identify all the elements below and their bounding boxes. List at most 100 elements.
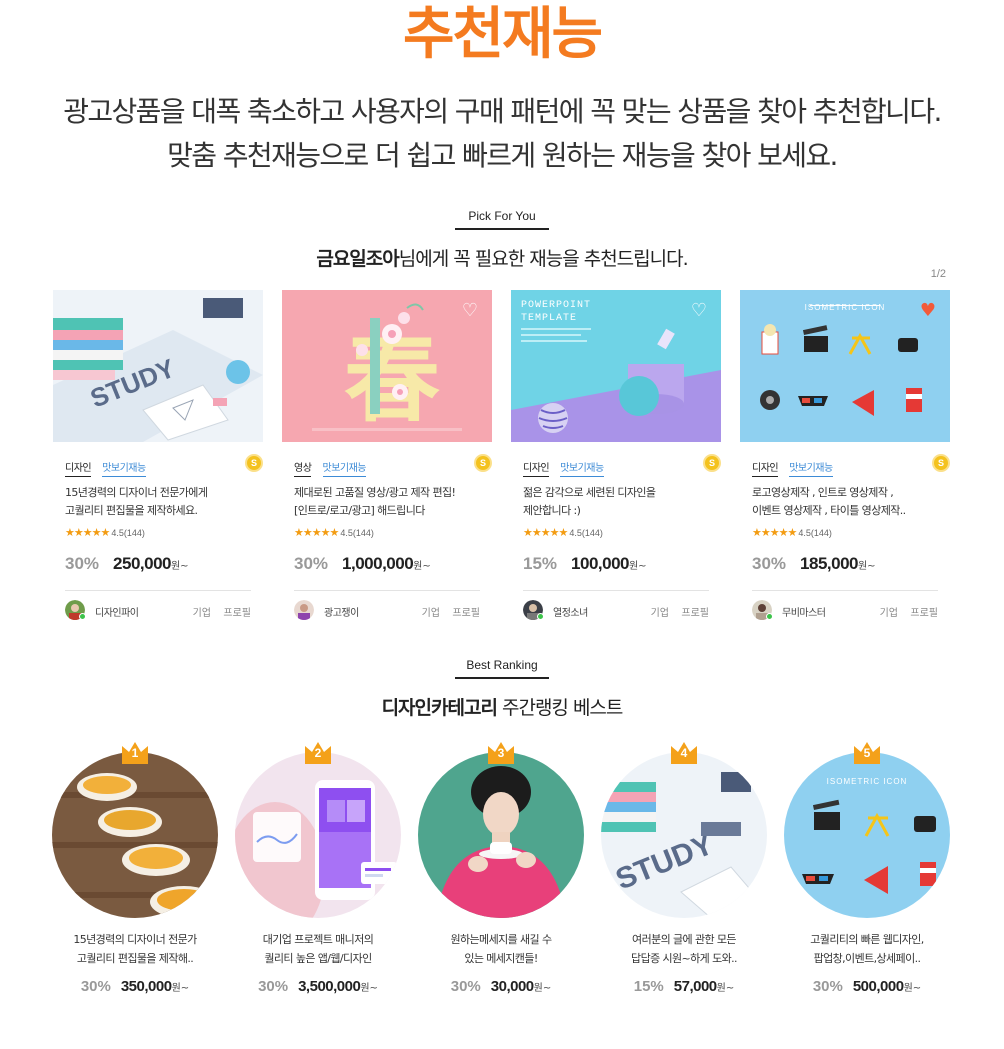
seller-name[interactable]: 무비마스터 [782,604,826,619]
price: 100,000 [571,554,629,573]
seller-type: 기업 [879,608,898,619]
seller-type: 기업 [421,608,440,619]
ranking-price-row: 30% 30,000원~ [418,976,584,995]
ranking-description[interactable]: 고퀄리티의 빠른 웹디자인, 팝업창,이벤트,상세페이.. [784,930,950,968]
preview-tag[interactable]: 맛보기재능 [322,459,366,477]
price: 350,000 [120,978,172,995]
woman-teacup-photo [418,752,584,918]
preview-tag[interactable]: 맛보기재능 [789,459,833,477]
seller-name[interactable]: 디자인파이 [95,604,139,619]
discount-rate: 30% [450,978,481,995]
price: 500,000 [852,978,904,995]
rating-score: 4.5(144) [569,528,603,538]
ranking-thumbnail[interactable]: STUDY [601,752,767,918]
recommend-card[interactable]: POWERPOINT TEMPLATE ♡ 디자인 맛보기재능 S 젊은 감각으… [511,290,721,622]
ranking-description[interactable]: 15년경력의 디자이너 전문가 고퀄리티 편집물을 제작해.. [52,930,218,968]
seller-row: 디자인파이 기업 프로필 [65,590,251,622]
card-thumbnail[interactable]: 春 ♡ [282,290,492,442]
discount-rate: 30% [65,554,100,573]
coin-icon: S [474,454,492,472]
rank-number: 4 [680,746,688,760]
price: 3,500,000 [298,978,361,995]
mobile-app-ui-photo [235,752,401,918]
crown-icon: 1 [120,740,150,764]
ranking-thumbnail[interactable] [52,752,218,918]
price-row: 30% 250,000원~ [53,554,263,578]
ranking-title-rest: 주간랭킹 베스트 [496,697,623,719]
pick-for-you-tag: Pick For You [455,209,549,230]
star-rating-icon: ★★★★★ [294,526,339,539]
online-status-icon [537,613,544,620]
seller-avatar[interactable] [294,600,314,620]
price-unit: 원~ [413,561,431,572]
page-header: 추천재능 광고상품을 대폭 축소하고 사용자의 구매 패턴에 꼭 맞는 상품을 … [0,2,1004,178]
pasta-spoons-photo [52,752,218,918]
recommend-card[interactable]: STUDY 디자인 맛보기재능 S 15년경력의 디자이너 전문가에게 고퀄리티… [53,290,263,622]
profile-link[interactable]: 프로필 [223,604,251,619]
ranking-description[interactable]: 원하는메세지를 새길 수 있는 메세지캔들! [418,930,584,968]
ranking-description[interactable]: 대기업 프로젝트 매니저의 퀄리티 높은 앱/웹/디자인 [235,930,401,968]
price-unit: 원~ [903,983,922,994]
seller-row: 열정소녀 기업 프로필 [523,590,709,622]
card-description[interactable]: 15년경력의 디자이너 전문가에게 고퀄리티 편집물을 제작하세요. [53,484,263,520]
pick-title-rest: 님에게 꼭 필요한 재능을 추천드립니다. [398,248,689,270]
page-title: 추천재능 [402,2,603,67]
ranking-thumbnail[interactable]: ISOMETRIC ICON [784,752,950,918]
ranking-price-row: 15% 57,000원~ [601,976,767,995]
preview-tag[interactable]: 맛보기재능 [102,459,146,477]
study-isometric-illustration: STUDY [53,290,263,442]
ranking-price-row: 30% 500,000원~ [784,976,950,995]
category-tag[interactable]: 디자인 [752,459,779,477]
seller-name[interactable]: 열정소녀 [553,604,588,619]
profile-link[interactable]: 프로필 [452,604,480,619]
pager-indicator[interactable]: 1/2 [931,268,946,280]
favorite-heart-icon[interactable]: ♡ [691,302,707,320]
price: 30,000 [490,978,534,995]
circle-title: ISOMETRIC ICON [827,777,908,786]
ranking-thumbnail[interactable] [235,752,401,918]
discount-rate: 30% [258,978,289,995]
ranking-description[interactable]: 여러분의 글에 관한 모든 답답증 시원~하게 도와.. [601,930,767,968]
rating-score: 4.5(144) [798,528,832,538]
card-description[interactable]: 젊은 감각으로 세련된 디자인을 제안합니다 :) [511,484,721,520]
seller-name[interactable]: 광고쟁이 [324,604,359,619]
price: 1,000,000 [342,554,414,573]
crown-icon: 4 [669,740,699,764]
spring-calligraphy-illustration: 春 [282,290,492,442]
profile-link[interactable]: 프로필 [681,604,709,619]
crown-icon: 2 [303,740,333,764]
star-rating-icon: ★★★★★ [65,526,110,539]
pick-section-title: 금요일조아님에게 꼭 필요한 재능을 추천드립니다. [0,244,1004,271]
card-thumbnail[interactable]: ISOMETRIC ICON ♥ [740,290,950,442]
rating-score: 4.5(144) [340,528,374,538]
ranking-category: 디자인카테고리 [381,697,498,719]
card-thumbnail[interactable]: POWERPOINT TEMPLATE ♡ [511,290,721,442]
favorite-heart-icon[interactable]: ♡ [462,302,478,320]
discount-rate: 15% [633,978,664,995]
powerpoint-template-illustration: POWERPOINT TEMPLATE [511,290,721,442]
isometric-icon-photo: ISOMETRIC ICON [784,752,950,918]
card-thumbnail[interactable]: STUDY [53,290,263,442]
profile-link[interactable]: 프로필 [910,604,938,619]
category-tag[interactable]: 디자인 [65,459,92,477]
discount-rate: 30% [752,554,787,573]
rating: ★★★★★ 4.5(144) [740,526,950,540]
discount-rate: 15% [523,554,558,573]
coin-icon: S [932,454,950,472]
price-row: 15% 100,000원~ [511,554,721,578]
seller-type: 기업 [192,608,211,619]
card-description[interactable]: 로고영상제작 , 인트로 영상제작 , 이벤트 영상제작 , 타이틀 영상제작.… [740,484,950,520]
price: 250,000 [113,554,171,573]
favorite-heart-icon[interactable]: ♥ [920,302,936,320]
seller-row: 무비마스터 기업 프로필 [752,590,938,622]
recommend-card[interactable]: 春 ♡ 영상 맛보기재능 S 제대로된 고품질 영상/광고 제작 편집! [인트… [282,290,492,622]
category-tag[interactable]: 디자인 [523,459,550,477]
price-unit: 원~ [170,561,189,572]
ranking-thumbnail[interactable] [418,752,584,918]
preview-tag[interactable]: 맛보기재능 [560,459,604,477]
category-tag[interactable]: 영상 [294,459,312,477]
recommend-card[interactable]: ISOMETRIC ICON ♥ 디자인 맛보기재능 S 로고영상제작 , 인트… [740,290,950,622]
best-ranking-tag: Best Ranking [455,658,549,679]
subtitle-line-2: 맞춤 추천재능으로 더 쉽고 빠르게 원하는 재능을 찾아 보세요. [167,139,838,172]
card-description[interactable]: 제대로된 고품질 영상/광고 제작 편집! [인트로/로고/광고] 해드립니다 [282,484,492,520]
